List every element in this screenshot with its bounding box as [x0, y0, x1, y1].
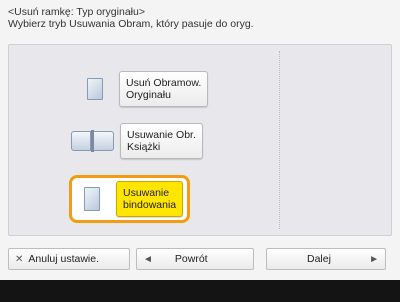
screen-instruction: Wybierz tryb Usuwania Obram, który pasuj… [8, 18, 254, 30]
options-panel: Usuń Obramow. Oryginału Usuwanie Obr. Ks… [8, 44, 392, 236]
option-original-frame-erase[interactable]: Usuń Obramow. Oryginału [79, 71, 209, 107]
close-icon: ✕ [15, 253, 24, 265]
cancel-settings-button[interactable]: ✕ Anuluj ustawie. [8, 248, 130, 270]
back-label: Powrót [174, 253, 208, 265]
arrow-right-icon: ► [369, 253, 379, 265]
next-button[interactable]: Dalej ► [266, 248, 386, 270]
back-button[interactable]: ◄ Powrót [136, 248, 254, 270]
screen-header: <Usuń ramkę: Typ oryginału> Wybierz tryb… [8, 6, 398, 30]
bound-document-icon [76, 187, 108, 211]
book-frame-erase-button[interactable]: Usuwanie Obr. Książki [120, 123, 203, 159]
option-binding-erase[interactable]: Usuwanie bindowania [69, 175, 191, 223]
cancel-settings-label: Anuluj ustawie. [28, 253, 100, 265]
original-frame-erase-button[interactable]: Usuń Obramow. Oryginału [119, 71, 209, 107]
open-book-icon [71, 129, 114, 152]
arrow-left-icon: ◄ [143, 253, 153, 265]
document-icon [79, 78, 111, 100]
screen-title: <Usuń ramkę: Typ oryginału> [8, 6, 145, 18]
binding-erase-button[interactable]: Usuwanie bindowania [116, 181, 184, 217]
panel-divider [279, 51, 280, 229]
bottom-bar: ✕ Anuluj ustawie. ◄ Powrót Dalej ► [8, 248, 392, 270]
next-label: Dalej [307, 253, 331, 265]
option-book-frame-erase[interactable]: Usuwanie Obr. Książki [71, 123, 203, 159]
footer-bar [0, 280, 400, 302]
